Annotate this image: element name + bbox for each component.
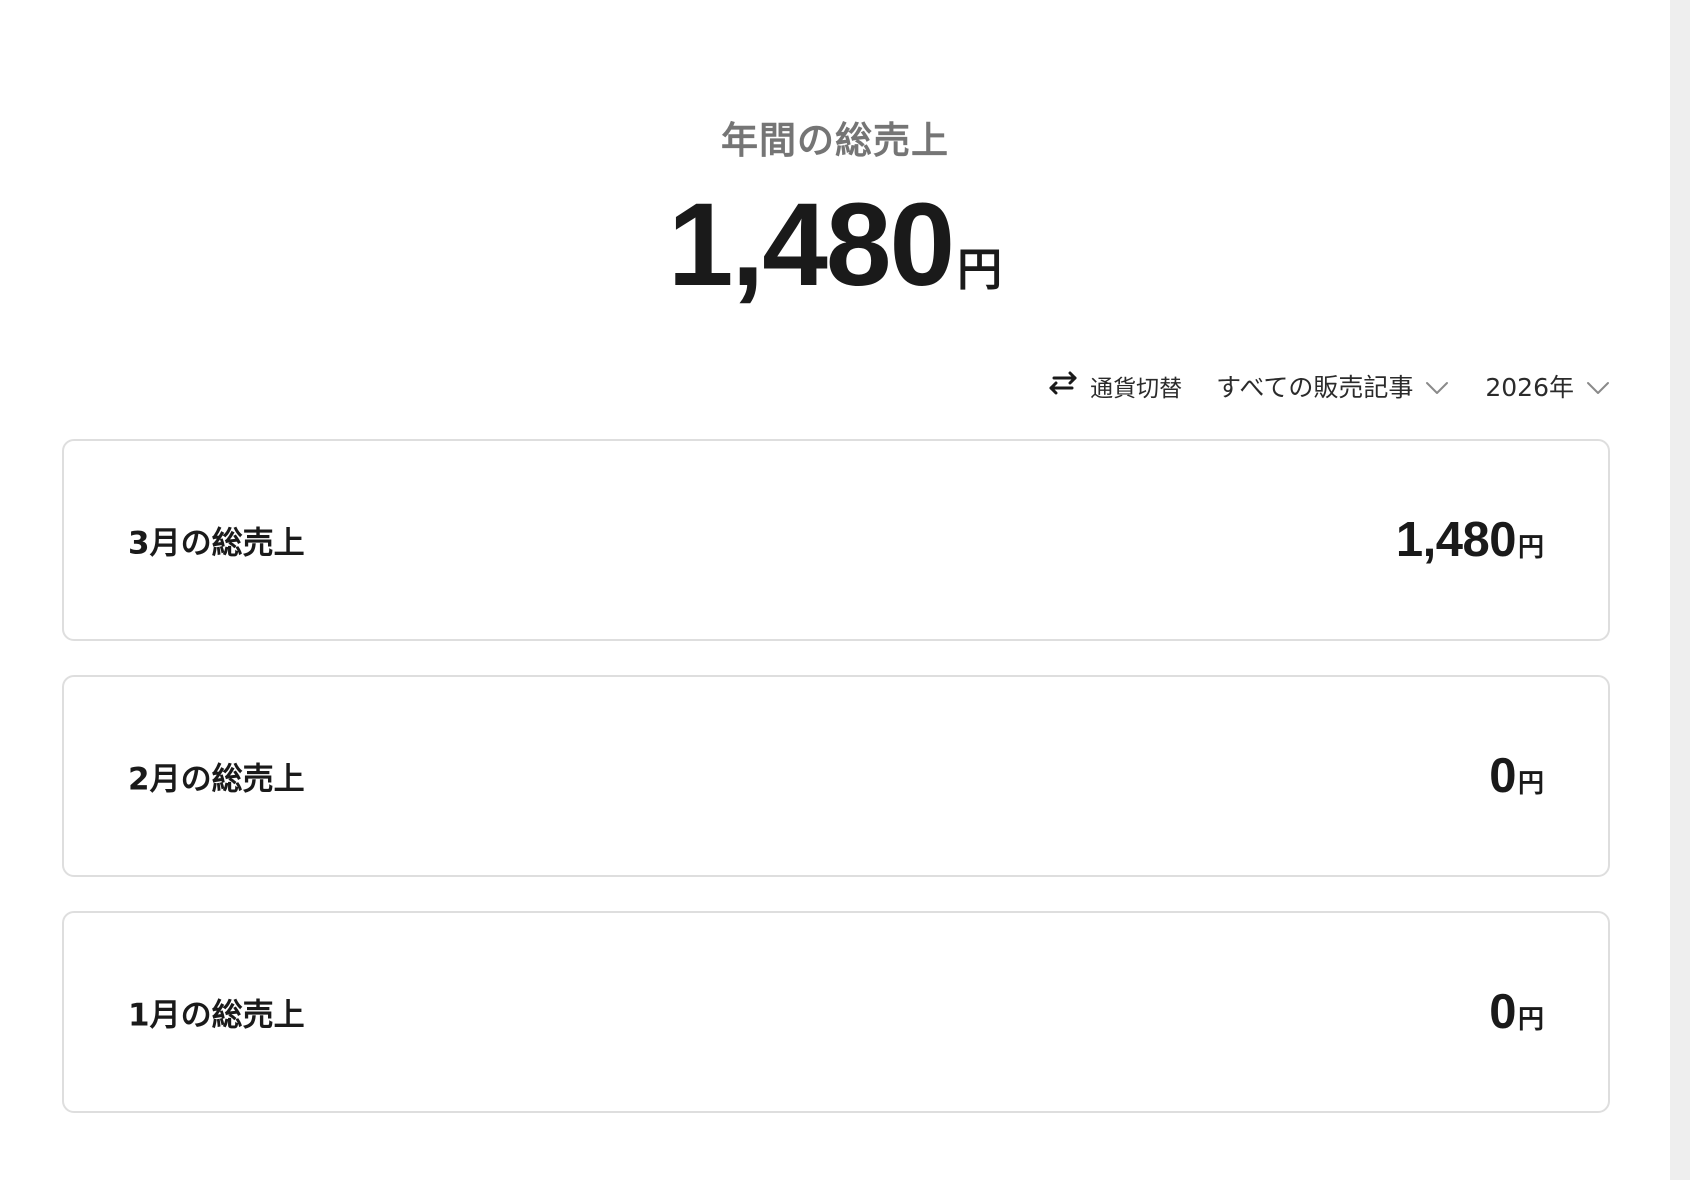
monthly-sales-label: 2月の総売上 bbox=[128, 761, 305, 798]
year-filter-dropdown[interactable]: 2026年 bbox=[1485, 368, 1610, 404]
monthly-sales-value: 0 bbox=[1489, 985, 1516, 1039]
monthly-sales-unit: 円 bbox=[1517, 769, 1544, 799]
chevron-down-icon bbox=[1413, 372, 1449, 401]
chevron-down-icon bbox=[1574, 372, 1610, 401]
monthly-sales-unit: 円 bbox=[1517, 1005, 1544, 1035]
annual-sales-unit: 円 bbox=[957, 243, 1003, 296]
monthly-sales-value: 0 bbox=[1489, 749, 1516, 803]
monthly-sales-label: 3月の総売上 bbox=[128, 525, 305, 562]
article-filter-dropdown[interactable]: すべての販売記事 bbox=[1216, 368, 1449, 404]
annual-sales-value: 1,480 bbox=[667, 179, 955, 311]
filter-toolbar: 通貨切替 すべての販売記事 2026年 bbox=[1046, 364, 1610, 408]
currency-toggle-label: 通貨切替 bbox=[1090, 376, 1183, 402]
currency-toggle-button[interactable]: 通貨切替 bbox=[1046, 369, 1182, 403]
monthly-sales-value: 1,480 bbox=[1395, 513, 1517, 567]
annual-sales-amount: 1,480円 bbox=[0, 185, 1670, 305]
monthly-sales-amount: 0円 bbox=[1489, 748, 1544, 804]
annual-sales-title: 年間の総売上 bbox=[721, 119, 949, 162]
monthly-sales-unit: 円 bbox=[1517, 533, 1544, 563]
sales-summary-page: 年間の総売上 1,480円 通貨切替 すべての販売記事 2026年 3月の総売上… bbox=[0, 0, 1670, 1180]
monthly-sales-card: 2月の総売上 0円 bbox=[62, 675, 1610, 877]
monthly-sales-label: 1月の総売上 bbox=[128, 997, 305, 1034]
monthly-sales-amount: 1,480円 bbox=[1396, 512, 1544, 568]
swap-arrows-icon bbox=[1046, 369, 1090, 403]
article-filter-value: すべての販売記事 bbox=[1216, 373, 1414, 402]
year-filter-value: 2026年 bbox=[1485, 373, 1574, 402]
monthly-sales-card: 3月の総売上 1,480円 bbox=[62, 439, 1610, 641]
scrollbar-track[interactable] bbox=[1670, 0, 1690, 1180]
monthly-sales-card: 1月の総売上 0円 bbox=[62, 911, 1610, 1113]
monthly-sales-amount: 0円 bbox=[1489, 984, 1544, 1040]
